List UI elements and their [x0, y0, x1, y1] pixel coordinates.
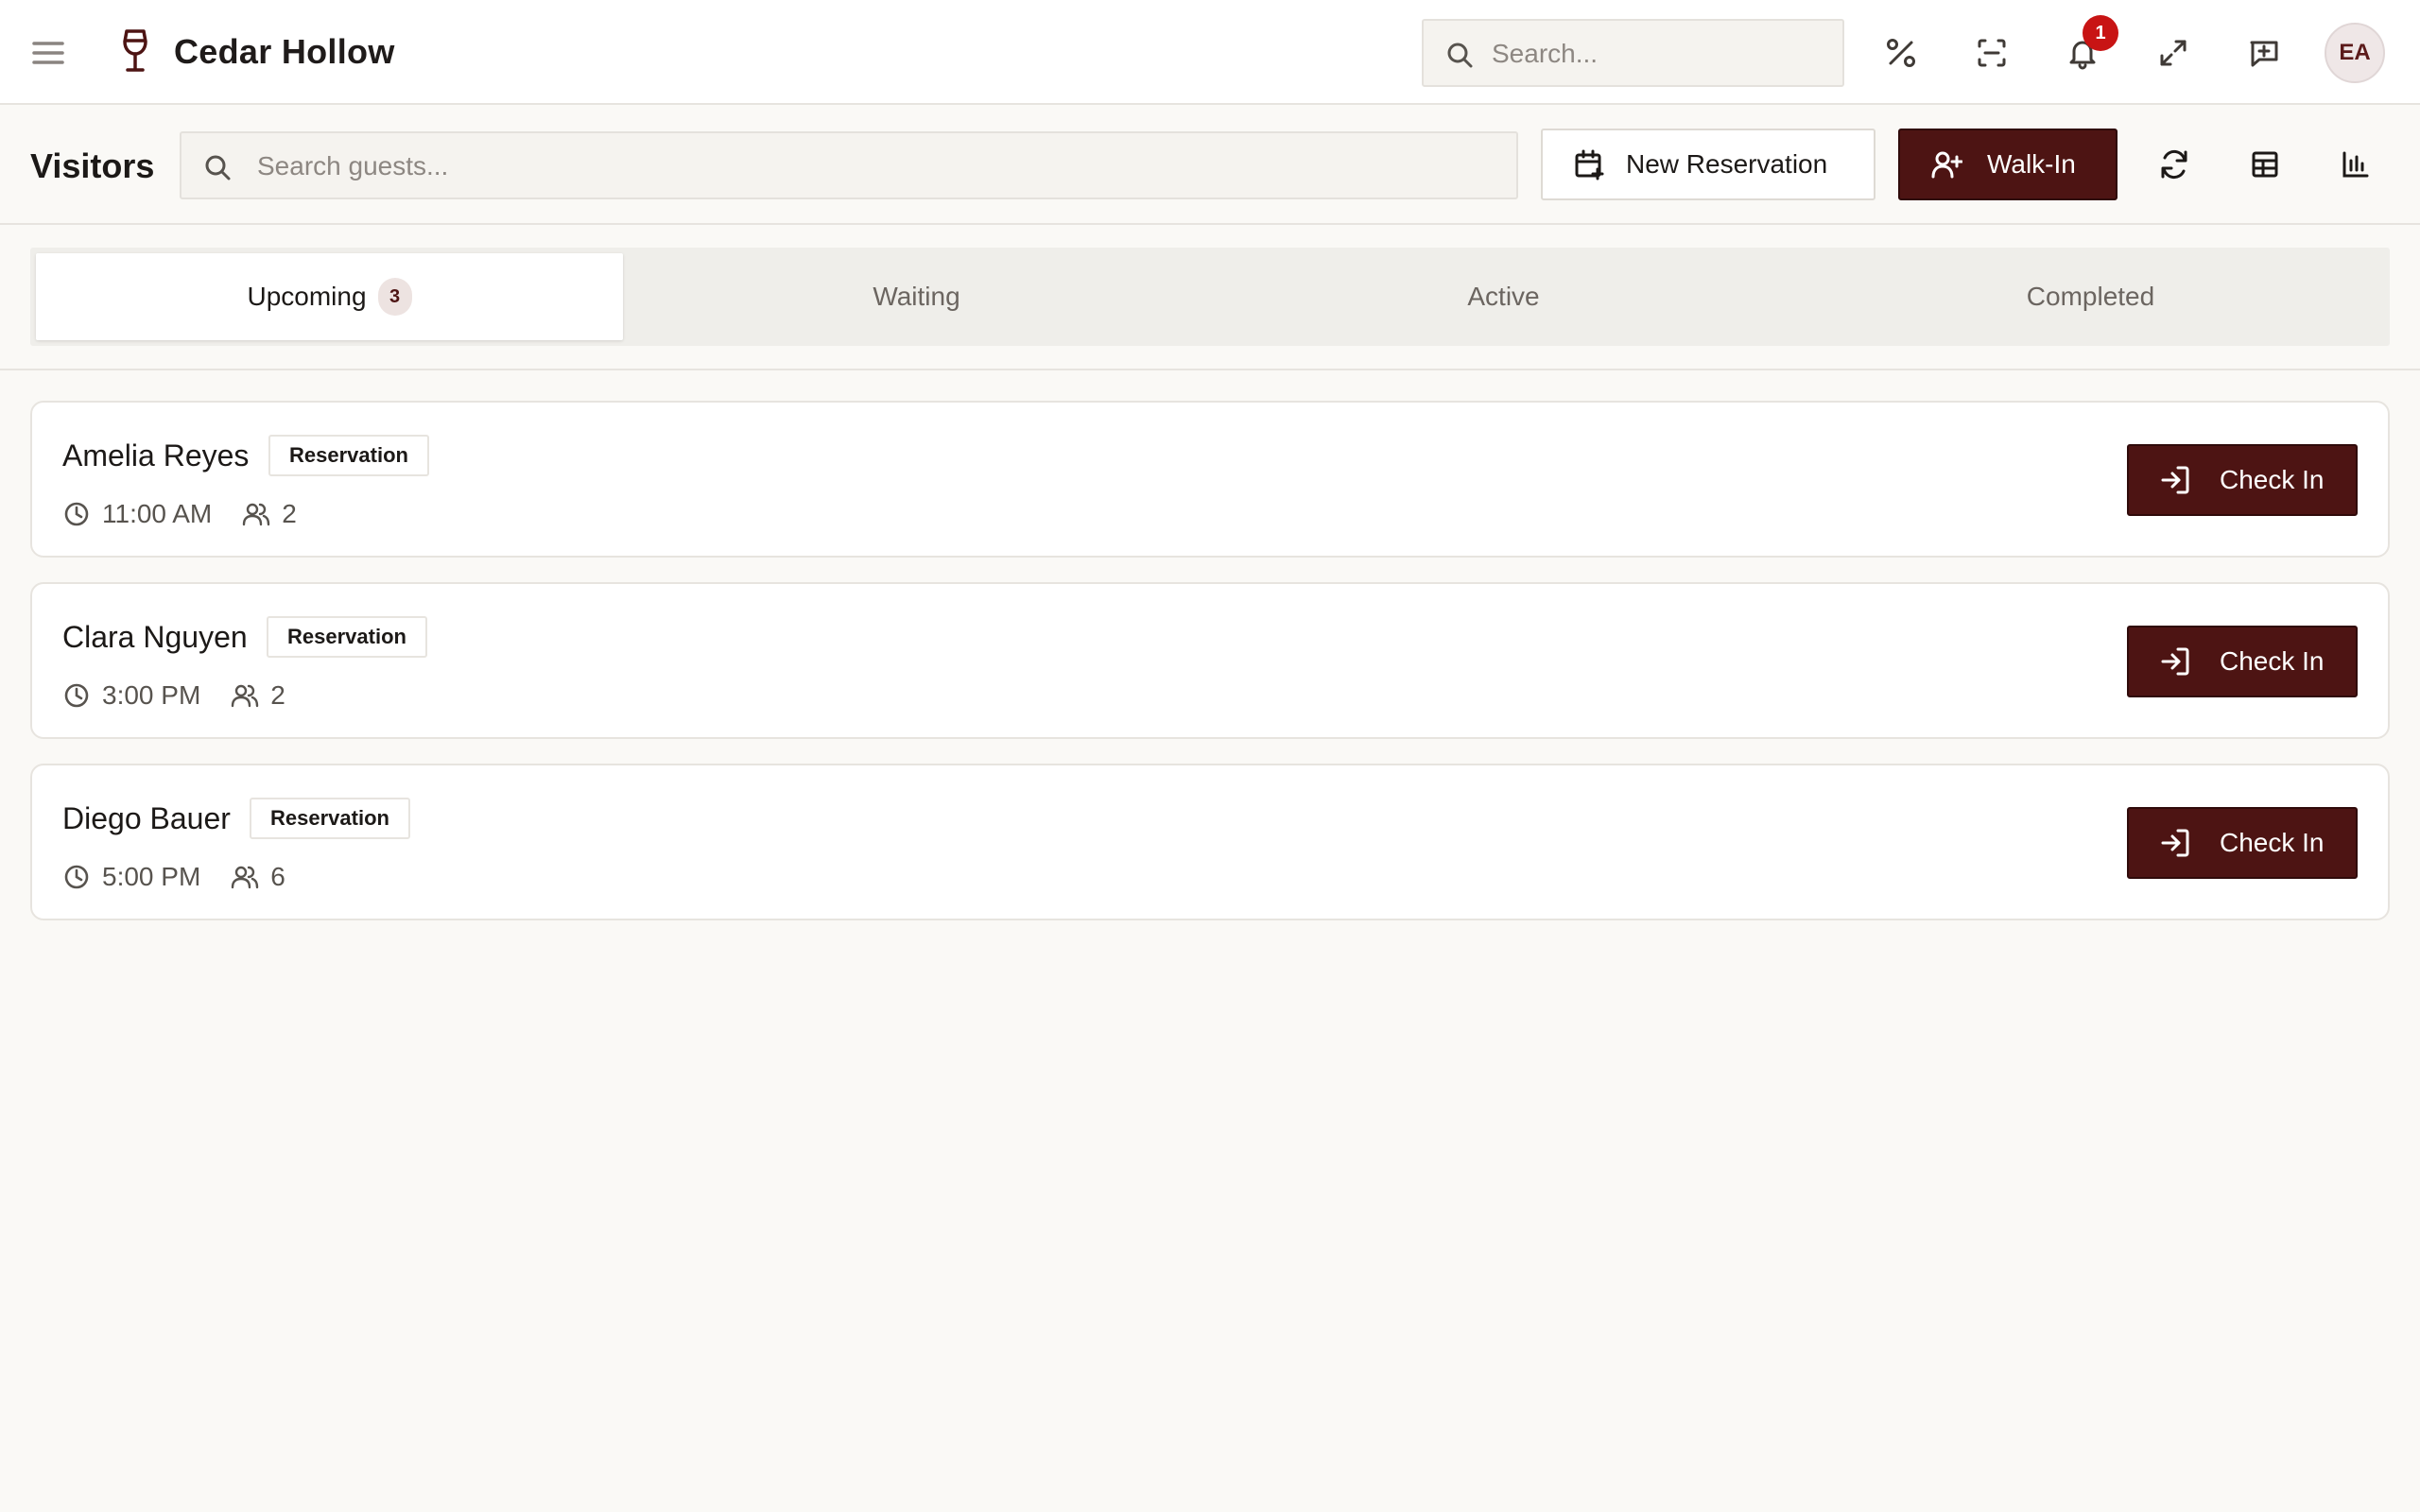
check-in-button[interactable]: Check In	[2127, 626, 2358, 697]
visitor-card: Clara Nguyen Reservation 3:00 PM 2 Check…	[30, 582, 2390, 739]
visit-time: 11:00 AM	[102, 499, 213, 528]
feedback-icon[interactable]	[2238, 26, 2290, 79]
party-size: 2	[270, 680, 285, 710]
visitor-name: Diego Bauer	[62, 801, 231, 835]
clock-icon	[62, 681, 91, 710]
global-search-input[interactable]	[1492, 34, 1823, 74]
party-size: 2	[282, 499, 297, 528]
check-in-label: Check In	[2220, 828, 2325, 857]
guest-search[interactable]	[180, 131, 1518, 199]
visit-type-badge: Reservation	[267, 616, 427, 658]
check-in-button[interactable]: Check In	[2127, 807, 2358, 879]
visit-type-badge: Reservation	[268, 435, 429, 476]
clock-icon	[62, 863, 91, 891]
visitor-meta: 5:00 PM 6	[62, 858, 285, 896]
percent-icon[interactable]	[1875, 26, 1927, 79]
tab-active-label: Active	[1467, 282, 1540, 311]
tab-upcoming-count: 3	[377, 278, 412, 316]
calendar-plus-icon	[1573, 148, 1605, 180]
table-layout-icon[interactable]	[2238, 138, 2291, 191]
visit-time: 5:00 PM	[102, 862, 201, 891]
scan-icon[interactable]	[1965, 26, 2018, 79]
visitors-toolbar: Visitors New Reservation Walk-In	[0, 105, 2420, 225]
notification-badge: 1	[2083, 15, 2118, 51]
visitor-meta: 11:00 AM 2	[62, 495, 297, 533]
bar-chart-icon[interactable]	[2329, 138, 2382, 191]
tabs-divider	[0, 369, 2420, 370]
top-bar: Cedar Hollow 1 EA	[0, 0, 2420, 105]
party-size-icon	[231, 681, 259, 710]
party-size-icon	[231, 863, 259, 891]
tab-completed[interactable]: Completed	[1797, 253, 2384, 340]
visitor-meta: 3:00 PM 2	[62, 677, 285, 714]
check-in-label: Check In	[2220, 646, 2325, 676]
tab-upcoming[interactable]: Upcoming 3	[36, 253, 623, 340]
user-avatar[interactable]: EA	[2325, 23, 2385, 83]
visitor-name: Clara Nguyen	[62, 620, 248, 654]
app-name: Cedar Hollow	[174, 32, 395, 71]
check-in-button[interactable]: Check In	[2127, 444, 2358, 516]
tab-waiting[interactable]: Waiting	[623, 253, 1210, 340]
party-size-icon	[242, 500, 270, 528]
global-search[interactable]	[1422, 19, 1844, 87]
visit-type-badge: Reservation	[250, 798, 410, 839]
page-title: Visitors	[30, 146, 155, 185]
new-reservation-button[interactable]: New Reservation	[1541, 129, 1876, 200]
refresh-icon[interactable]	[2148, 138, 2201, 191]
walk-in-button[interactable]: Walk-In	[1898, 129, 2118, 200]
tab-upcoming-label: Upcoming	[247, 282, 367, 311]
status-tabs: Upcoming 3 Waiting Active Completed	[30, 248, 2390, 346]
tab-active[interactable]: Active	[1210, 253, 1797, 340]
login-arrow-icon	[2159, 464, 2191, 496]
search-icon	[1444, 40, 1475, 70]
party-size: 6	[270, 862, 285, 891]
visitor-card: Amelia Reyes Reservation 11:00 AM 2 Chec…	[30, 401, 2390, 558]
walk-in-label: Walk-In	[1987, 149, 2076, 179]
tab-waiting-label: Waiting	[873, 282, 960, 311]
tab-completed-label: Completed	[2026, 282, 2155, 311]
login-arrow-icon	[2159, 645, 2191, 678]
menu-icon[interactable]	[28, 34, 68, 72]
search-icon	[202, 152, 233, 182]
user-plus-icon	[1930, 148, 1962, 180]
visitor-card: Diego Bauer Reservation 5:00 PM 6 Check …	[30, 764, 2390, 920]
expand-icon[interactable]	[2147, 26, 2200, 79]
login-arrow-icon	[2159, 827, 2191, 859]
new-reservation-label: New Reservation	[1626, 149, 1828, 179]
visitor-name: Amelia Reyes	[62, 438, 250, 472]
clock-icon	[62, 500, 91, 528]
guest-search-input[interactable]	[257, 146, 1486, 186]
check-in-label: Check In	[2220, 465, 2325, 494]
wine-glass-icon	[117, 28, 153, 74]
visit-time: 3:00 PM	[102, 680, 201, 710]
